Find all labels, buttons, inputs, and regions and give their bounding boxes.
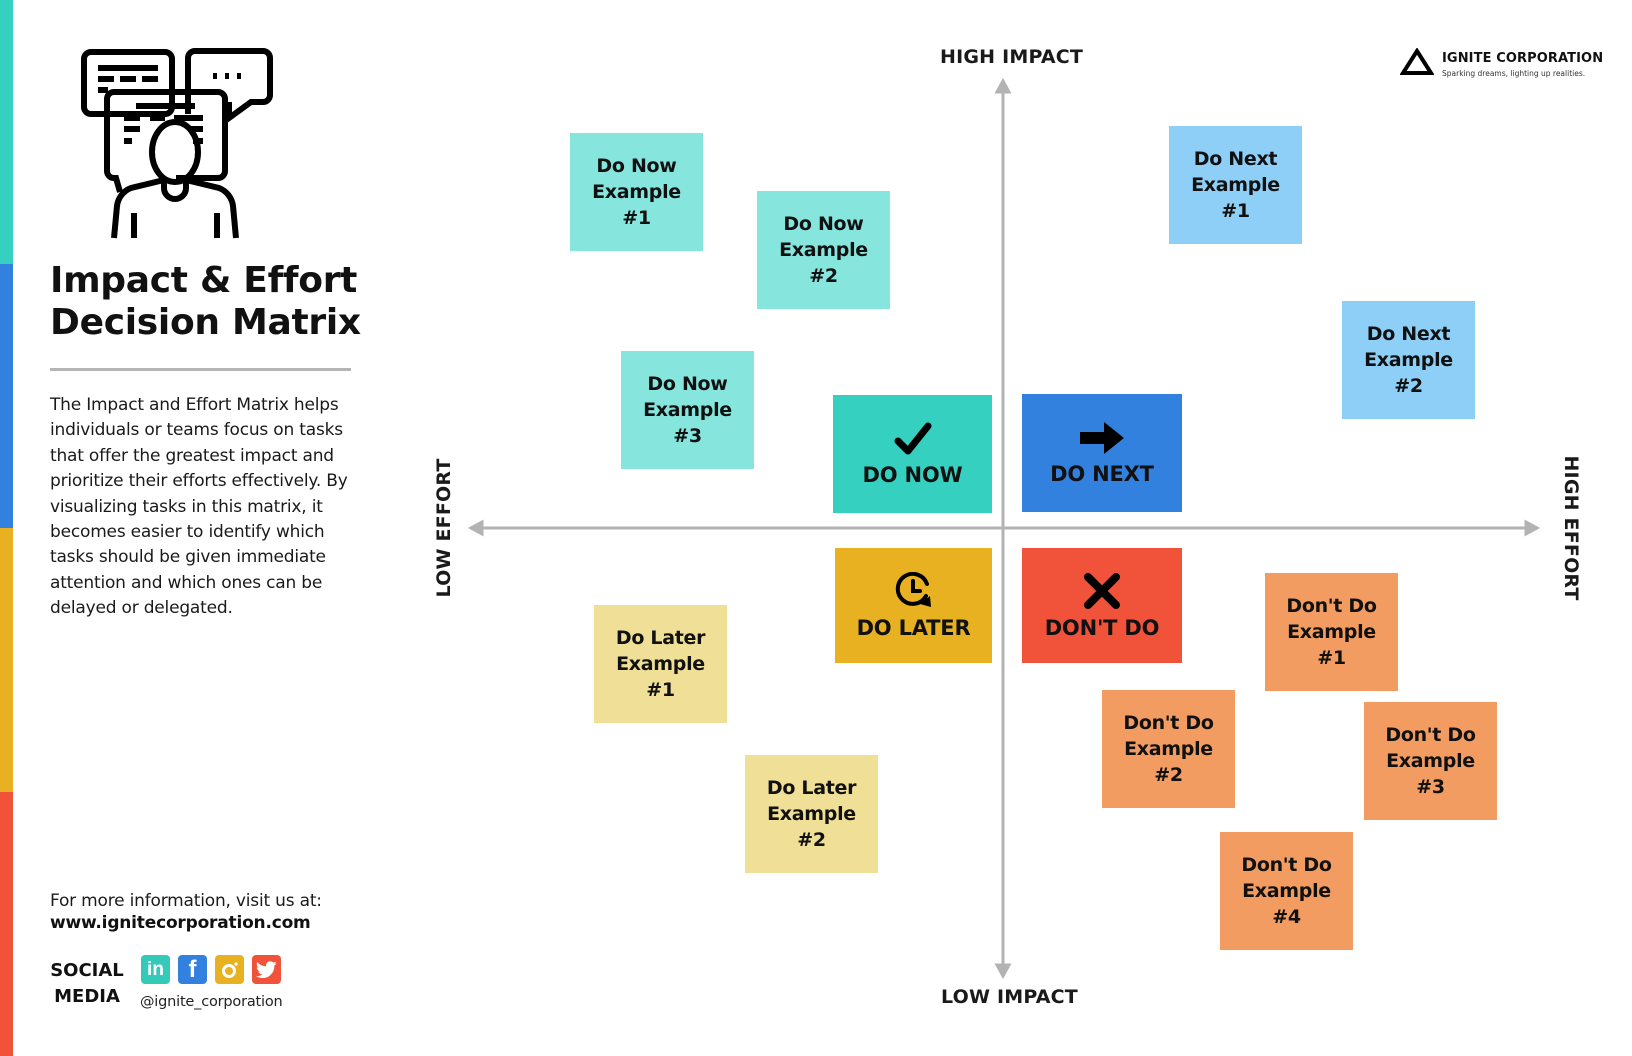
note-line: Don't Do	[1286, 595, 1377, 617]
arrow-right-icon	[1078, 420, 1126, 456]
note-line: Example	[1124, 738, 1213, 760]
note-line: #1	[622, 207, 651, 229]
axis-label-low-impact: LOW IMPACT	[941, 986, 1078, 1008]
note-line: Example	[767, 803, 856, 825]
note-line: #1	[1221, 200, 1250, 222]
note-line: #3	[1416, 776, 1445, 798]
note-line: Don't Do	[1123, 712, 1214, 734]
matrix-axes	[467, 77, 1541, 980]
note-do-now-1[interactable]: Do Now Example #1	[570, 133, 703, 251]
note-line: #1	[1317, 647, 1346, 669]
note-dont-do-2[interactable]: Don't Do Example #2	[1102, 690, 1235, 808]
note-dont-do-4[interactable]: Don't Do Example #4	[1220, 832, 1353, 950]
note-do-now-3[interactable]: Do Now Example #3	[621, 351, 754, 469]
quadrant-do-later[interactable]: DO LATER	[835, 548, 992, 663]
note-line: Example	[1386, 750, 1475, 772]
note-line: #2	[1154, 764, 1183, 786]
axis-label-high-impact: HIGH IMPACT	[940, 46, 1084, 68]
note-do-later-1[interactable]: Do Later Example #1	[594, 605, 727, 723]
note-do-later-2[interactable]: Do Later Example #2	[745, 755, 878, 873]
arrow-left-icon	[467, 519, 484, 537]
note-line: Do Now	[647, 373, 728, 395]
note-line: Example	[643, 399, 732, 421]
note-do-next-2[interactable]: Do Next Example #2	[1342, 301, 1475, 419]
note-line: Don't Do	[1385, 724, 1476, 746]
note-line: Do Later	[766, 777, 857, 799]
note-line: Example	[1242, 880, 1331, 902]
quadrant-label-do-next: DO NEXT	[1050, 462, 1154, 486]
note-line: Do Now	[596, 155, 677, 177]
arrow-down-icon	[994, 963, 1012, 980]
note-line: #2	[809, 265, 838, 287]
quadrant-do-next[interactable]: DO NEXT	[1022, 394, 1182, 512]
quadrant-label-dont-do: DON'T DO	[1044, 615, 1160, 640]
arrow-up-icon	[994, 77, 1012, 94]
axis-label-high-effort: HIGH EFFORT	[1560, 455, 1582, 601]
checkmark-icon	[893, 421, 933, 457]
note-line: Do Now	[783, 213, 864, 235]
note-dont-do-1[interactable]: Don't Do Example #1	[1265, 573, 1398, 691]
clock-icon	[894, 571, 934, 610]
note-line: Example	[779, 239, 868, 261]
arrow-right-icon	[1524, 519, 1541, 537]
note-line: Example	[1287, 621, 1376, 643]
note-line: Do Next	[1193, 148, 1278, 170]
note-line: #4	[1272, 906, 1301, 928]
note-line: #2	[797, 829, 826, 851]
note-line: Example	[1191, 174, 1280, 196]
note-line: Don't Do	[1241, 854, 1332, 876]
note-do-now-2[interactable]: Do Now Example #2	[757, 191, 890, 309]
quadrant-label-do-later: DO LATER	[856, 615, 971, 640]
note-do-next-1[interactable]: Do Next Example #1	[1169, 126, 1302, 244]
note-line: Do Later	[615, 627, 706, 649]
note-line: Do Next	[1366, 323, 1451, 345]
note-line: Example	[616, 653, 705, 675]
note-line: #2	[1394, 375, 1423, 397]
x-mark-icon	[1083, 572, 1121, 610]
note-line: Example	[592, 181, 681, 203]
note-line: Example	[1364, 349, 1453, 371]
quadrant-do-now[interactable]: DO NOW	[833, 395, 992, 513]
quadrant-label-do-now: DO NOW	[862, 463, 963, 487]
note-line: #3	[673, 425, 702, 447]
axis-label-low-effort: LOW EFFORT	[433, 458, 455, 598]
note-line: #1	[646, 679, 675, 701]
quadrant-dont-do[interactable]: DON'T DO	[1022, 548, 1182, 663]
note-dont-do-3[interactable]: Don't Do Example #3	[1364, 702, 1497, 820]
